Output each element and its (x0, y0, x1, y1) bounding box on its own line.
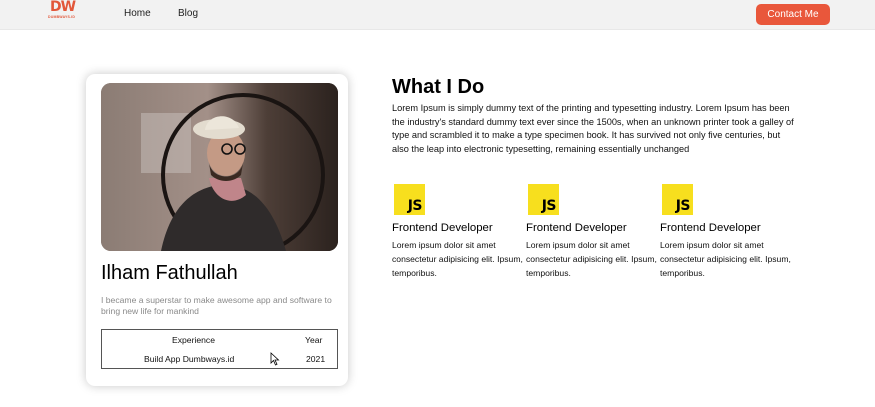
profile-bio: I became a superstar to make awesome app… (101, 295, 332, 316)
skill-title: Frontend Developer (392, 222, 493, 234)
year-header: Year (305, 335, 323, 345)
nav-blog-link[interactable]: Blog (178, 8, 198, 19)
skill-description: Lorem ipsum dolor sit amet consectetur a… (526, 240, 657, 279)
javascript-icon: JS (528, 184, 559, 215)
javascript-icon: JS (394, 184, 425, 215)
experience-header: Experience (172, 335, 215, 345)
experience-table: Experience Year Build App Dumbways.id 20… (101, 329, 338, 369)
profile-photo (101, 83, 338, 251)
skill-description: Lorem ipsum dolor sit amet consectetur a… (660, 240, 791, 279)
skill-description: Lorem ipsum dolor sit amet consectetur a… (392, 240, 523, 279)
skill-title: Frontend Developer (660, 222, 761, 234)
profile-name: Ilham Fathullah (101, 262, 238, 284)
year-cell: 2021 (306, 354, 326, 364)
navbar: DW DUMBWAYS.ID Home Blog Contact Me (0, 0, 875, 30)
profile-card: Ilham Fathullah I became a superstar to … (86, 74, 348, 386)
contact-me-button[interactable]: Contact Me (756, 4, 830, 25)
what-i-do-description: Lorem Ipsum is simply dummy text of the … (392, 103, 794, 154)
mouse-cursor-icon (270, 352, 280, 366)
experience-cell: Build App Dumbways.id (144, 354, 235, 364)
logo-text: DUMBWAYS.ID (48, 15, 76, 19)
logo-mark: DW (50, 0, 76, 15)
dumbways-logo[interactable]: DW DUMBWAYS.ID (48, 0, 82, 24)
nav-home-link[interactable]: Home (124, 8, 151, 19)
what-i-do-title: What I Do (392, 76, 485, 98)
skill-title: Frontend Developer (526, 222, 627, 234)
javascript-icon: JS (662, 184, 693, 215)
